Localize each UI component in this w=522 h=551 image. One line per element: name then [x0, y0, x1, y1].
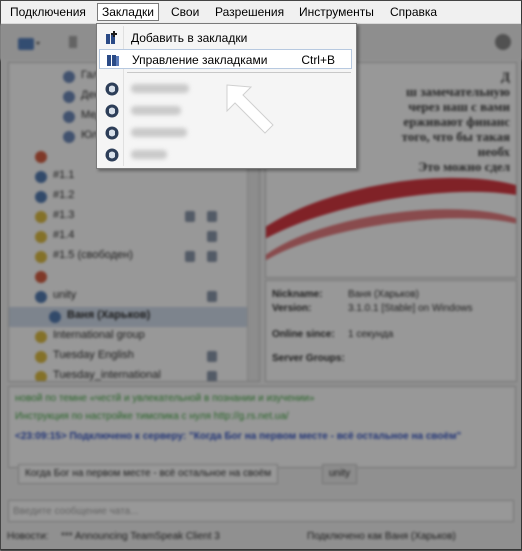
- add-bookmark-icon: [106, 31, 117, 44]
- menu-bookmarks[interactable]: Закладки: [97, 3, 159, 21]
- manage-bookmarks-label: Управление закладками: [132, 53, 268, 67]
- menu-tools[interactable]: Инструменты: [295, 4, 378, 20]
- menu-separator: [127, 72, 351, 73]
- bookmark-name-blurred: [131, 150, 167, 159]
- menu-self[interactable]: Свои: [167, 4, 203, 20]
- teamspeak-icon: [105, 82, 119, 96]
- menu-help[interactable]: Справка: [386, 4, 441, 20]
- teamspeak-window: Гал Ден Мед Юли #1.1 #1.2 #1.3 #1.4 #1.5…: [0, 0, 522, 551]
- manage-bookmarks-item[interactable]: Управление закладками Ctrl+B: [99, 49, 352, 69]
- teamspeak-icon: [105, 104, 119, 118]
- menu-connections[interactable]: Подключения: [6, 4, 90, 20]
- bookmark-name-blurred: [131, 84, 189, 93]
- bookmark-name-blurred: [131, 128, 187, 137]
- manage-bookmarks-shortcut: Ctrl+B: [301, 53, 335, 67]
- bookmark-entry[interactable]: [99, 144, 352, 166]
- bookmark-name-blurred: [131, 106, 181, 115]
- teamspeak-icon: [105, 126, 119, 140]
- add-bookmark-label: Добавить в закладки: [131, 31, 248, 45]
- teamspeak-icon: [105, 148, 119, 162]
- menu-permissions[interactable]: Разрешения: [211, 4, 288, 20]
- menubar: Подключения Закладки Свои Разрешения Инс…: [1, 1, 521, 24]
- manage-bookmarks-icon: [107, 55, 119, 66]
- pointer-arrow-icon: [226, 84, 274, 134]
- add-bookmark-item[interactable]: Добавить в закладки: [99, 28, 352, 48]
